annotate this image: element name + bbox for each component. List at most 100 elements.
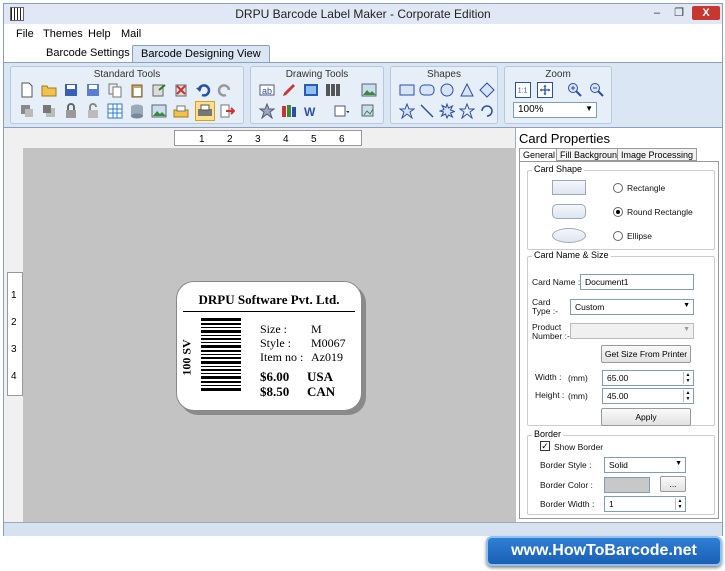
height-spinner-icon[interactable]: ▲ ▼	[683, 390, 692, 402]
menu-help[interactable]: Help	[88, 28, 111, 40]
image-library-icon[interactable]	[361, 82, 377, 98]
ruler-v-2: 2	[11, 317, 17, 328]
barcode-tool-icon[interactable]	[325, 82, 341, 98]
round-rectangle-radio[interactable]	[613, 207, 623, 217]
open-folder-icon[interactable]	[41, 82, 57, 98]
height-unit: (mm)	[568, 391, 588, 401]
unlock-icon[interactable]	[85, 103, 101, 119]
card-properties-title: Card Properties	[519, 131, 611, 146]
zoom-out-icon[interactable]	[589, 82, 605, 98]
star-shape-tool-icon[interactable]	[259, 103, 275, 119]
triangle-shape-icon[interactable]	[459, 82, 475, 98]
rectangle-radio[interactable]	[613, 183, 623, 193]
width-input[interactable]: 65.00 ▲ ▼	[602, 370, 694, 386]
border-color-picker-button[interactable]: ...	[660, 476, 686, 492]
fill-color-icon[interactable]	[361, 103, 377, 119]
card-type-select[interactable]: Custom ▼	[570, 299, 694, 315]
price-can: $8.50	[260, 384, 290, 399]
menu-file[interactable]: File	[16, 28, 34, 40]
picture-tool-icon[interactable]	[303, 82, 319, 98]
zoom-in-icon[interactable]	[567, 82, 583, 98]
tab-general[interactable]: General	[519, 148, 560, 161]
app-window: DRPU Barcode Label Maker - Corporate Edi…	[3, 3, 723, 536]
ruler-h-4: 4	[283, 134, 289, 145]
tab-barcode-designing-view[interactable]: Barcode Designing View	[132, 45, 270, 62]
card-type-label-2: Type :-	[532, 306, 558, 316]
border-style-select[interactable]: Solid ▼	[604, 457, 686, 473]
library-icon[interactable]	[281, 103, 297, 119]
show-border-checkbox[interactable]: ✓	[540, 441, 550, 451]
show-border-label: Show Border	[554, 442, 604, 452]
undo-icon[interactable]	[195, 82, 211, 98]
text-tool-icon[interactable]: ab	[259, 82, 275, 98]
height-input[interactable]: 45.00 ▲ ▼	[602, 388, 694, 404]
tab-barcode-settings[interactable]: Barcode Settings	[38, 45, 138, 62]
save-icon[interactable]	[63, 82, 79, 98]
border-width-spinner-icon[interactable]: ▲ ▼	[675, 498, 684, 510]
send-back-icon[interactable]	[19, 103, 35, 119]
export-icon[interactable]	[151, 82, 167, 98]
border-width-input[interactable]: 1 ▲ ▼	[604, 496, 686, 512]
pen-tool-icon[interactable]	[281, 82, 297, 98]
save-as-icon[interactable]	[85, 82, 101, 98]
apply-button[interactable]: Apply	[601, 408, 691, 426]
border-color-swatch[interactable]	[604, 477, 650, 493]
restore-button[interactable]: ❐	[668, 6, 690, 20]
round-rectangle-shape-icon[interactable]	[419, 82, 435, 98]
ellipse-radio[interactable]	[613, 231, 623, 241]
ruler-h-6: 6	[339, 134, 345, 145]
ellipse-shape-icon[interactable]	[439, 82, 455, 98]
minimize-button[interactable]: –	[646, 6, 668, 20]
vertical-ruler: 1 2 3 4	[7, 272, 23, 396]
bring-front-icon[interactable]	[41, 103, 57, 119]
menu-themes[interactable]: Themes	[43, 28, 83, 40]
delete-icon[interactable]	[173, 82, 189, 98]
item-label: Item no :	[260, 350, 304, 364]
fit-to-window-icon[interactable]	[537, 82, 553, 98]
star-outline-shape-icon[interactable]	[459, 103, 475, 119]
width-spinner-icon[interactable]: ▲ ▼	[683, 372, 692, 384]
card-shape-fieldset: Card Shape Rectangle Round Rectangle Ell…	[527, 164, 715, 250]
card-name-input[interactable]: Document1	[580, 274, 694, 290]
copy-icon[interactable]	[107, 82, 123, 98]
star-shape-icon[interactable]	[399, 103, 415, 119]
barcode-image[interactable]	[201, 318, 241, 392]
grid-icon[interactable]	[107, 103, 123, 119]
size-value: M	[311, 322, 322, 336]
close-button[interactable]: X	[692, 6, 720, 20]
menu-mail[interactable]: Mail	[121, 28, 141, 40]
tab-image-processing[interactable]: Image Processing	[617, 148, 698, 161]
arc-shape-icon[interactable]	[479, 103, 495, 119]
label-card[interactable]: DRPU Software Pvt. Ltd. 100 SV Size : M …	[176, 281, 362, 411]
print-icon[interactable]	[195, 101, 215, 121]
ruler-v-4: 4	[11, 371, 17, 382]
chevron-down-icon: ▼	[683, 302, 690, 309]
lock-icon[interactable]	[63, 103, 79, 119]
line-shape-icon[interactable]	[419, 103, 435, 119]
card-title[interactable]: DRPU Software Pvt. Ltd.	[177, 292, 361, 308]
image-icon[interactable]	[151, 103, 167, 119]
country-usa: USA	[307, 369, 334, 384]
new-icon[interactable]	[19, 82, 35, 98]
get-size-from-printer-button[interactable]: Get Size From Printer	[601, 345, 691, 363]
ruler-v-1: 1	[11, 290, 17, 301]
zoom-select[interactable]: 100% ▼	[513, 102, 597, 118]
card-vertical-text[interactable]: 100 SV	[180, 339, 195, 375]
print-preview-icon[interactable]	[173, 103, 189, 119]
burst-shape-icon[interactable]	[439, 103, 455, 119]
rectangle-shape-icon[interactable]	[399, 82, 415, 98]
redo-icon[interactable]	[217, 82, 233, 98]
diamond-shape-icon[interactable]	[479, 82, 495, 98]
border-style-value: Solid	[609, 460, 628, 470]
horizontal-ruler: 1 2 3 4 5 6	[174, 130, 362, 146]
database-icon[interactable]	[129, 103, 145, 119]
actual-size-icon[interactable]: 1:1	[515, 82, 531, 98]
word-art-icon[interactable]: W	[303, 103, 319, 119]
paste-icon[interactable]	[129, 82, 145, 98]
exit-icon[interactable]	[219, 103, 235, 119]
product-number-select[interactable]: ▼	[570, 323, 694, 339]
tab-fill-background[interactable]: Fill Background	[556, 148, 627, 161]
general-tab-panel: Card Shape Rectangle Round Rectangle Ell…	[519, 161, 719, 519]
shape-dropdown-icon[interactable]	[333, 103, 349, 119]
height-label: Height :	[535, 390, 565, 400]
